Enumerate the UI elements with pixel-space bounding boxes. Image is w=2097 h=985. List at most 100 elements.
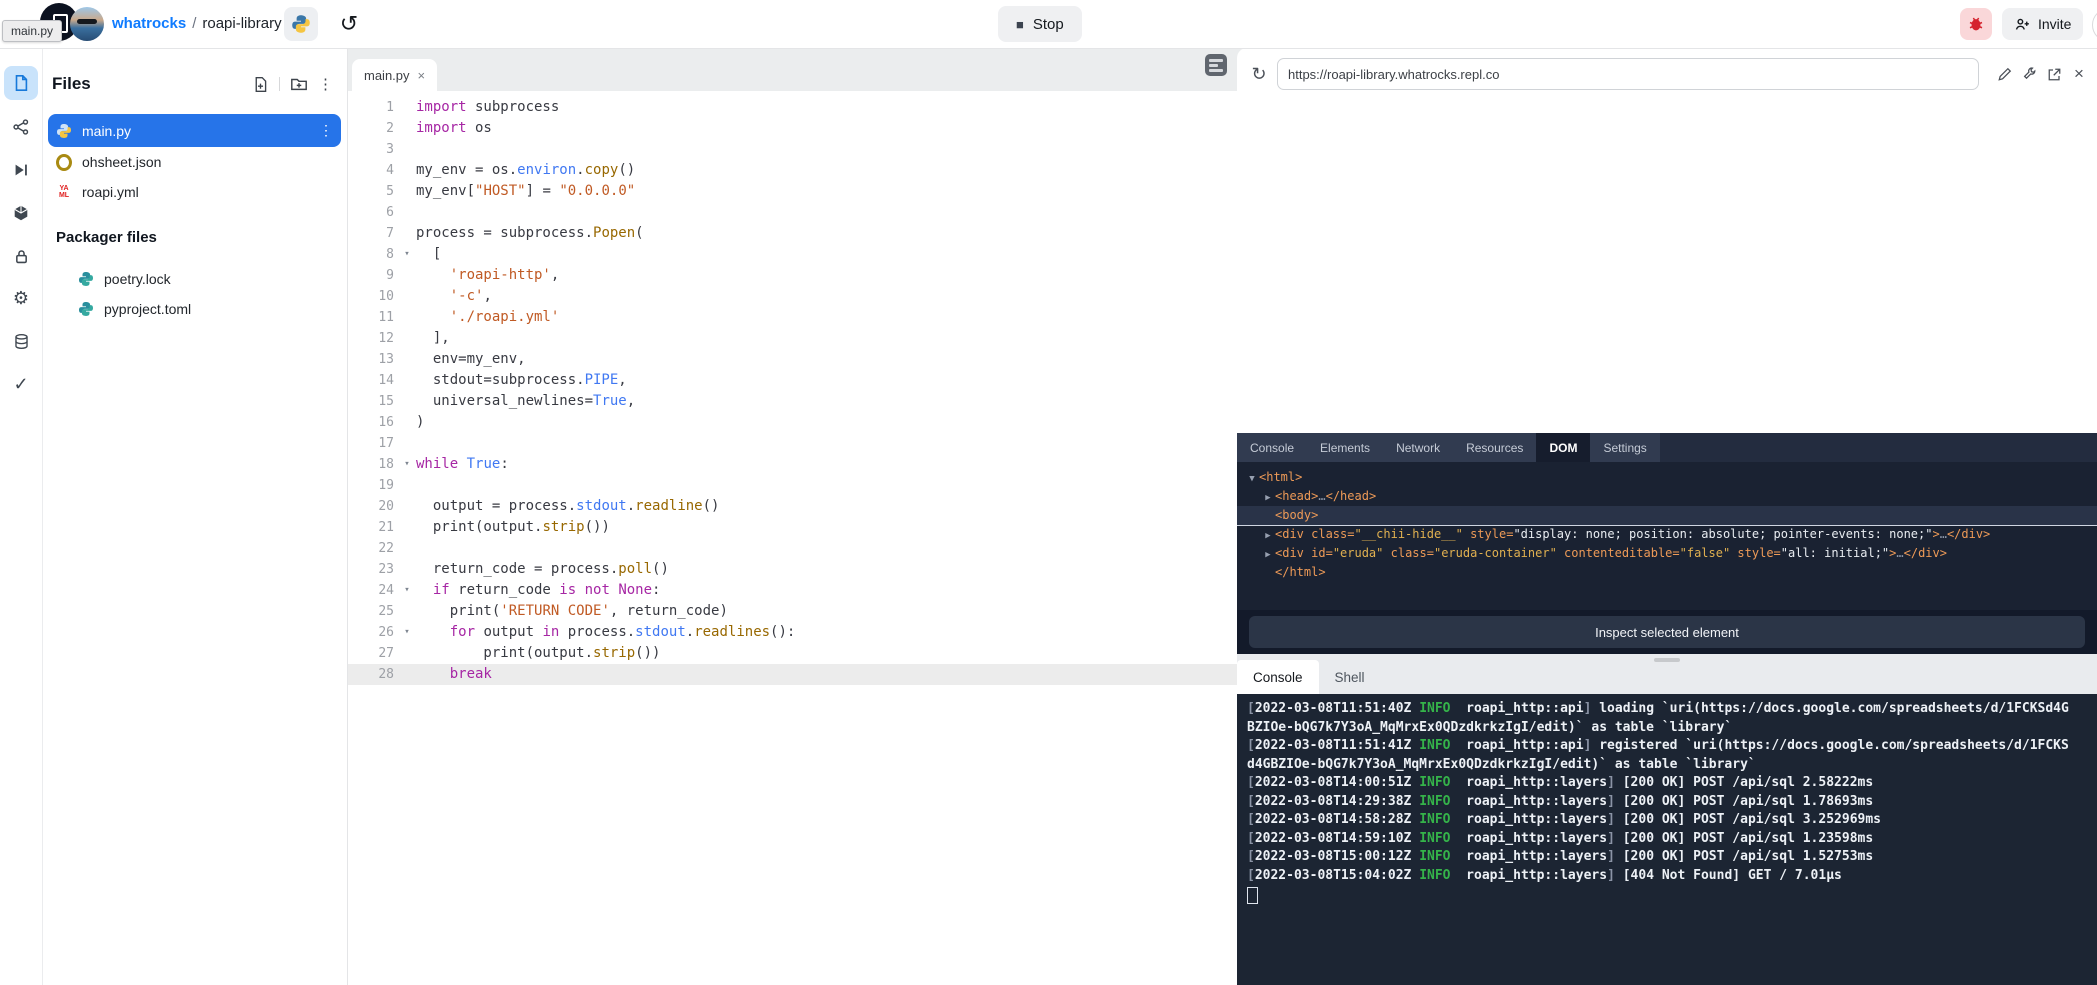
devtools-tab-network[interactable]: Network	[1383, 433, 1453, 462]
console-log-line: [2022-03-08T14:29:38Z INFO roapi_http::l…	[1247, 793, 2075, 812]
file-menu-icon[interactable]: ⋮	[319, 122, 333, 139]
python-language-icon	[284, 7, 318, 41]
inspect-bar-wrap: Inspect selected element	[1237, 610, 2097, 654]
code-line-23: 23 return_code = process.poll()	[348, 559, 1237, 580]
devtools-tab-elements[interactable]: Elements	[1307, 433, 1383, 462]
editor-tab-main-py[interactable]: main.py ×	[352, 59, 437, 91]
fold-chevron-icon[interactable]: ▾	[398, 244, 416, 265]
code-text: ],	[416, 328, 450, 349]
console-tab-console[interactable]: Console	[1237, 660, 1319, 694]
code-editor[interactable]: main.py × 1import subprocess2import os34…	[348, 48, 1237, 985]
url-input[interactable]	[1277, 58, 1979, 90]
devtools-tab-dom[interactable]: DOM	[1536, 433, 1590, 462]
invite-button[interactable]: Invite	[2002, 8, 2083, 40]
console-log-line: [2022-03-08T15:00:12Z INFO roapi_http::l…	[1247, 848, 2075, 867]
tab-close-icon[interactable]: ×	[418, 68, 426, 83]
fold-spacer	[398, 139, 416, 160]
fold-chevron-icon[interactable]: ▾	[398, 622, 416, 643]
fold-spacer	[398, 517, 416, 538]
editor-code-area[interactable]: 1import subprocess2import os34my_env = o…	[348, 91, 1237, 985]
dom-toggle-icon[interactable]: ▼	[1245, 470, 1259, 489]
files-panel-title: Files	[52, 74, 252, 94]
file-row-poetry.lock[interactable]: poetry.lock	[48, 264, 341, 294]
dom-row[interactable]: ▶<div class="__chii-hide__" style="displ…	[1237, 525, 2097, 544]
report-bug-button[interactable]	[1960, 8, 1992, 40]
lock-icon	[13, 248, 30, 265]
line-number: 24	[348, 580, 398, 601]
new-file-icon[interactable]	[252, 76, 269, 93]
web-page-preview[interactable]	[1237, 100, 2097, 433]
file-name: main.py	[82, 123, 319, 139]
fold-chevron-icon[interactable]: ▾	[398, 454, 416, 475]
dock-version-control-button[interactable]	[4, 113, 38, 141]
close-preview-icon[interactable]: ×	[2067, 62, 2091, 86]
code-line-2: 2import os	[348, 118, 1237, 139]
code-line-27: 27 print(output.strip())	[348, 643, 1237, 664]
devtools-tab-resources[interactable]: Resources	[1453, 433, 1536, 462]
code-line-17: 17	[348, 433, 1237, 454]
dom-row[interactable]: <body>	[1237, 506, 2097, 525]
edit-url-pencil-icon[interactable]	[1992, 62, 2016, 86]
fold-spacer	[398, 286, 416, 307]
dom-row[interactable]: ▶<head>…</head>	[1237, 487, 2097, 506]
file-name: roapi.yml	[82, 184, 333, 200]
edge-avatar-partial[interactable]	[2092, 8, 2097, 42]
console-log-line: [2022-03-08T14:59:10Z INFO roapi_http::l…	[1247, 830, 2075, 849]
fold-spacer	[398, 601, 416, 622]
code-line-19: 19	[348, 475, 1237, 496]
dock-settings-button[interactable]: ⚙	[4, 284, 38, 312]
refresh-icon[interactable]: ↻	[1247, 64, 1271, 85]
line-number: 17	[348, 433, 398, 454]
line-number: 12	[348, 328, 398, 349]
dock-files-button[interactable]	[4, 66, 38, 100]
code-line-14: 14 stdout=subprocess.PIPE,	[348, 370, 1237, 391]
history-icon[interactable]: ↺	[334, 8, 364, 40]
line-number: 21	[348, 517, 398, 538]
line-number: 3	[348, 139, 398, 160]
devtools-tab-bar: ConsoleElementsNetworkResourcesDOMSettin…	[1237, 433, 2097, 462]
fold-spacer	[398, 538, 416, 559]
line-number: 18	[348, 454, 398, 475]
dock-checklist-button[interactable]: ✓	[4, 370, 38, 398]
dock-secrets-button[interactable]	[4, 242, 38, 270]
devtools-tab-console[interactable]: Console	[1237, 433, 1307, 462]
line-number: 10	[348, 286, 398, 307]
breadcrumb-repl-name: roapi-library	[202, 15, 281, 32]
console-output[interactable]: [2022-03-08T11:51:40Z INFO roapi_http::a…	[1237, 694, 2097, 985]
inspect-selected-element-button[interactable]: Inspect selected element	[1249, 616, 2085, 648]
dock-packages-button[interactable]	[4, 199, 38, 227]
code-line-8: 8▾ [	[348, 244, 1237, 265]
new-folder-icon[interactable]	[290, 75, 308, 93]
panel-drag-handle[interactable]	[1654, 658, 1680, 662]
file-name: pyproject.toml	[104, 301, 333, 317]
dom-row[interactable]: ▶<div id="eruda" class="eruda-container"…	[1237, 544, 2097, 563]
file-row-ohsheet.json[interactable]: ohsheet.json	[48, 147, 341, 177]
open-external-icon[interactable]	[2042, 62, 2066, 86]
files-menu-icon[interactable]: ⋮	[318, 75, 333, 93]
file-row-main.py[interactable]: main.py⋮	[48, 114, 341, 147]
file-row-pyproject.toml[interactable]: pyproject.toml	[48, 294, 341, 324]
dock-database-button[interactable]	[4, 327, 38, 355]
code-text: print('RETURN CODE', return_code)	[416, 601, 728, 622]
dock-run-button[interactable]	[4, 156, 38, 184]
devtools-wrench-icon[interactable]	[2017, 62, 2041, 86]
breadcrumb-user-link[interactable]: whatrocks	[112, 15, 186, 32]
avatar[interactable]	[70, 7, 104, 41]
fold-chevron-icon[interactable]: ▾	[398, 580, 416, 601]
dom-row[interactable]: </html>	[1237, 563, 2097, 582]
console-log-line: [2022-03-08T11:51:41Z INFO roapi_http::a…	[1247, 737, 2075, 774]
dom-row[interactable]: ▼<html>	[1237, 468, 2097, 487]
code-text: env=my_env,	[416, 349, 526, 370]
console-tab-shell[interactable]: Shell	[1319, 660, 1381, 694]
line-number: 11	[348, 307, 398, 328]
code-line-26: 26▾ for output in process.stdout.readlin…	[348, 622, 1237, 643]
line-number: 28	[348, 664, 398, 685]
fold-spacer	[398, 202, 416, 223]
editor-layout-icon[interactable]	[1205, 54, 1227, 76]
breadcrumb-separator: /	[192, 15, 196, 32]
python-file-icon	[56, 123, 72, 139]
stop-button[interactable]: ■ Stop	[998, 6, 1082, 42]
file-row-roapi.yml[interactable]: YAMLroapi.yml	[48, 177, 341, 207]
invite-label: Invite	[2038, 16, 2071, 32]
devtools-tab-settings[interactable]: Settings	[1590, 433, 1659, 462]
